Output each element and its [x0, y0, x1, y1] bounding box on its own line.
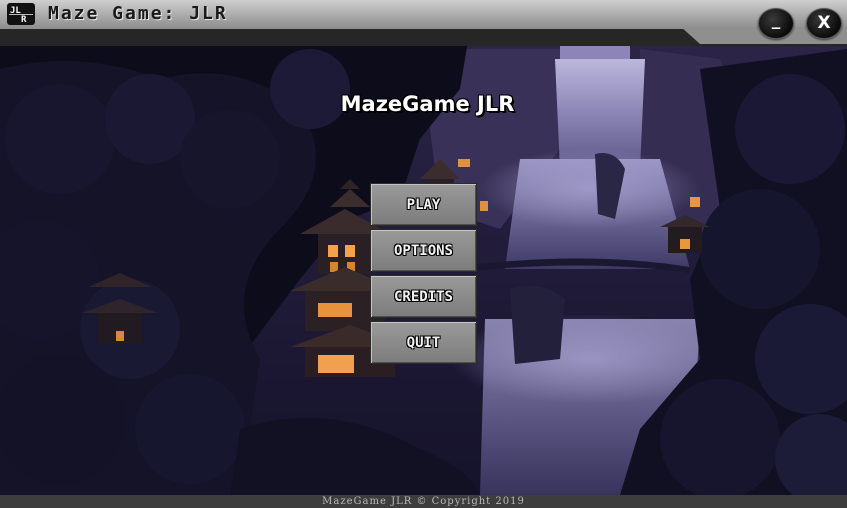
close-icon: X: [817, 13, 831, 33]
title-bar-shadow: [0, 26, 847, 46]
main-menu: PLAY OPTIONS CREDITS QUIT: [370, 183, 477, 367]
jlr-logo-icon: JL R: [9, 6, 33, 24]
game-window: JL R Maze Game: JLR _ X MazeGame JLR PLA…: [0, 0, 847, 508]
close-button[interactable]: X: [806, 8, 842, 39]
options-button[interactable]: OPTIONS: [370, 229, 477, 272]
app-logo: JL R: [7, 3, 35, 25]
credits-button[interactable]: CREDITS: [370, 275, 477, 318]
play-button[interactable]: PLAY: [370, 183, 477, 226]
title-bar[interactable]: JL R Maze Game: JLR: [0, 0, 847, 29]
window-title: Maze Game: JLR: [48, 3, 228, 24]
minimize-icon: _: [771, 10, 781, 30]
svg-text:R: R: [21, 15, 27, 24]
game-title: MazeGame JLR: [340, 92, 515, 116]
quit-button[interactable]: QUIT: [370, 321, 477, 364]
copyright-footer: MazeGame JLR © Copyright 2019: [0, 495, 847, 508]
minimize-button[interactable]: _: [758, 8, 794, 39]
